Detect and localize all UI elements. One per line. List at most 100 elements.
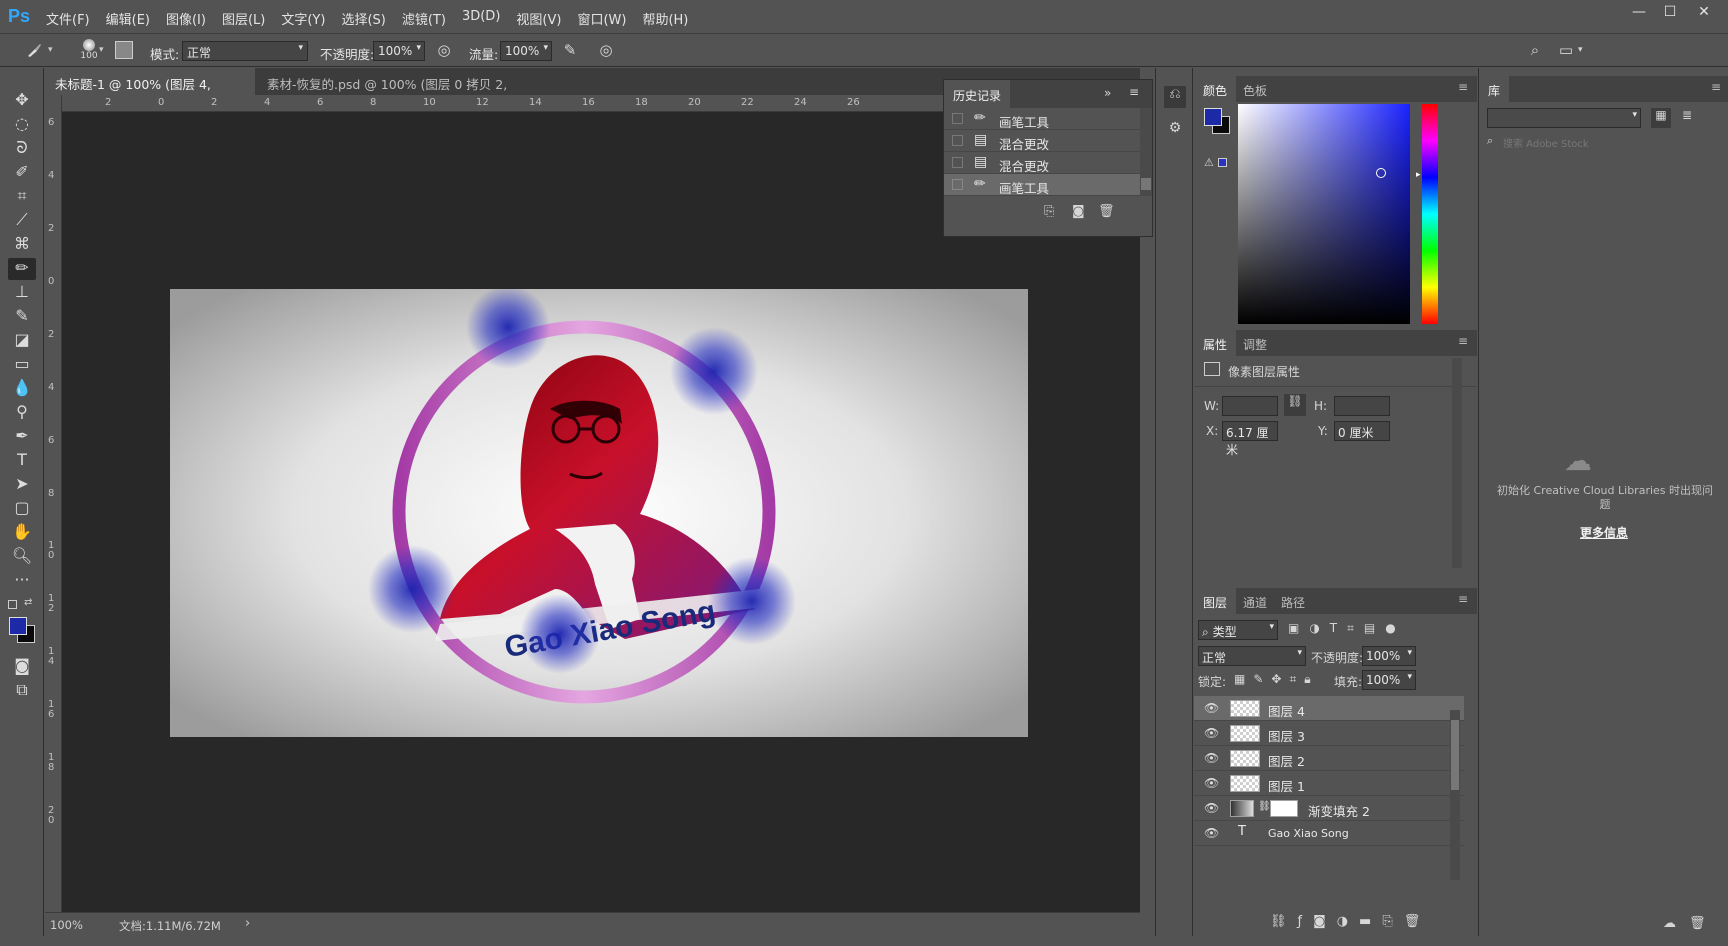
grid-view-icon[interactable]: ▦: [1651, 108, 1671, 128]
chevron-down-icon[interactable]: ▾: [48, 45, 53, 55]
hand-tool-icon[interactable]: ✋: [8, 522, 36, 544]
trash-icon[interactable]: 🗑︎: [1098, 204, 1115, 219]
link-dimensions-icon[interactable]: ⛓: [1284, 394, 1306, 416]
history-panel-icon[interactable]: ⎌: [1164, 86, 1186, 108]
eyedropper-tool-icon[interactable]: ⟋: [8, 210, 36, 232]
path-select-tool-icon[interactable]: ➤: [8, 474, 36, 496]
menu-filter[interactable]: 滤镜(T): [402, 9, 446, 28]
layer-row[interactable]: 👁︎ 图层 4: [1194, 696, 1464, 721]
trash-icon[interactable]: 🗑︎: [1689, 916, 1706, 931]
visibility-eye-icon[interactable]: 👁︎: [1204, 701, 1219, 715]
snapshot-checkbox[interactable]: [952, 179, 963, 190]
panel-menu-icon[interactable]: ≡: [1711, 80, 1721, 94]
tab-color[interactable]: 颜色: [1194, 76, 1237, 102]
menu-window[interactable]: 窗口(W): [577, 9, 626, 28]
brush-preset-icon[interactable]: [22, 41, 46, 63]
panel-menu-icon[interactable]: ≡: [1458, 334, 1468, 348]
type-tool-icon[interactable]: T: [8, 450, 36, 472]
layer-filter-icons[interactable]: ▣◑T⌗▤●: [1288, 621, 1406, 636]
quick-select-tool-icon[interactable]: ✐: [8, 162, 36, 184]
fill-input[interactable]: 100% ▾: [1362, 670, 1416, 690]
status-menu-arrow[interactable]: ›: [245, 916, 250, 931]
history-item-selected[interactable]: ✏ 画笔工具: [944, 174, 1140, 196]
crop-tool-icon[interactable]: ⌗: [8, 186, 36, 208]
history-scrollbar[interactable]: [1140, 108, 1152, 196]
more-tools-icon[interactable]: ···: [8, 570, 36, 592]
airbrush-icon[interactable]: ✎: [560, 41, 580, 59]
new-document-from-state-icon[interactable]: ⎘: [1044, 204, 1054, 219]
chevron-down-icon[interactable]: ▾: [1578, 45, 1583, 55]
pressure-opacity-icon[interactable]: ◎: [434, 41, 454, 59]
library-search-input[interactable]: 搜索 Adobe Stock: [1503, 135, 1683, 150]
tab-properties[interactable]: 属性: [1194, 330, 1237, 356]
visibility-eye-icon[interactable]: 👁︎: [1204, 776, 1219, 790]
clone-stamp-tool-icon[interactable]: ⊥: [8, 282, 36, 304]
snapshot-checkbox[interactable]: [952, 113, 963, 124]
history-item[interactable]: ▤ 混合更改: [944, 152, 1140, 174]
visibility-eye-icon[interactable]: 👁︎: [1204, 801, 1219, 815]
maximize-button[interactable]: ☐: [1656, 4, 1684, 26]
menu-help[interactable]: 帮助(H): [642, 9, 688, 28]
move-tool-icon[interactable]: ✥: [8, 90, 36, 112]
library-select[interactable]: ▾: [1487, 108, 1641, 128]
close-button[interactable]: ✕: [1690, 4, 1718, 26]
default-colors-icon[interactable]: [8, 600, 17, 609]
mode-select[interactable]: 正常 ▾: [182, 41, 308, 61]
menu-edit[interactable]: 编辑(E): [106, 9, 150, 28]
quick-mask-icon[interactable]: ◙: [8, 656, 36, 678]
width-input[interactable]: [1222, 396, 1278, 416]
history-item[interactable]: ▤ 混合更改: [944, 130, 1140, 152]
visibility-eye-icon[interactable]: 👁︎: [1204, 826, 1219, 840]
shape-tool-icon[interactable]: ▢: [8, 498, 36, 520]
tab-swatches[interactable]: 色板: [1234, 76, 1276, 102]
chevron-down-icon[interactable]: ▾: [99, 45, 104, 55]
color-field[interactable]: [1238, 104, 1410, 324]
tab-material[interactable]: 素材-恢复的.psd @ 100% (图层 0 拷贝 2, RGB/8#) ✕: [257, 68, 542, 108]
tab-untitled-1[interactable]: 未标题-1 @ 100% (图层 4, RGB/8#) * ✕: [45, 68, 255, 108]
height-input[interactable]: [1334, 396, 1390, 416]
lasso-tool-icon[interactable]: ᘐ: [8, 138, 36, 160]
brush-panel-icon[interactable]: [115, 41, 133, 59]
healing-brush-tool-icon[interactable]: ⌘: [8, 234, 36, 256]
menu-type[interactable]: 文字(Y): [281, 9, 325, 28]
gradient-tool-icon[interactable]: ▭: [8, 354, 36, 376]
panel-menu-icon[interactable]: ≡: [1129, 85, 1139, 99]
properties-scrollbar[interactable]: [1452, 358, 1462, 568]
opacity-input[interactable]: 100% ▾: [373, 41, 425, 61]
layer-row[interactable]: 👁︎ 图层 1: [1194, 771, 1464, 796]
panel-menu-icon[interactable]: ≡: [1458, 592, 1468, 606]
tab-history[interactable]: 历史记录: [944, 80, 1011, 108]
search-icon[interactable]: ⌕: [1525, 41, 1545, 59]
tab-libraries[interactable]: 库: [1479, 76, 1510, 102]
layers-scrollbar[interactable]: [1450, 710, 1460, 880]
properties-panel-icon[interactable]: ⚙: [1164, 120, 1186, 142]
zoom-tool-icon[interactable]: 🔍︎: [8, 546, 36, 568]
blend-mode-select[interactable]: 正常 ▾: [1198, 646, 1306, 666]
history-item[interactable]: ✏ 画笔工具: [944, 108, 1140, 130]
web-safe-color-icon[interactable]: [1218, 158, 1227, 167]
tab-channels[interactable]: 通道: [1234, 588, 1276, 614]
marquee-tool-icon[interactable]: ◌: [8, 114, 36, 136]
pressure-size-icon[interactable]: ◎: [596, 41, 616, 59]
list-view-icon[interactable]: ≣: [1677, 108, 1697, 128]
visibility-eye-icon[interactable]: 👁︎: [1204, 751, 1219, 765]
camera-snapshot-icon[interactable]: ◙: [1072, 204, 1085, 219]
minimize-button[interactable]: —: [1625, 4, 1653, 26]
dodge-tool-icon[interactable]: ⚲: [8, 402, 36, 424]
menu-file[interactable]: 文件(F): [46, 9, 90, 28]
x-input[interactable]: 6.17 厘米: [1222, 421, 1278, 457]
layer-row[interactable]: 👁︎ T Gao Xiao Song: [1194, 821, 1464, 846]
layers-footer-icons[interactable]: ⛓ƒ◙◑▬⎘🗑︎: [1270, 914, 1431, 929]
lock-icons[interactable]: ▦✎✥⌗🔒︎: [1234, 672, 1319, 687]
history-brush-tool-icon[interactable]: ✎: [8, 306, 36, 328]
hue-slider-handle[interactable]: ▸: [1416, 170, 1421, 180]
menu-image[interactable]: 图像(I): [166, 9, 206, 28]
visibility-eye-icon[interactable]: 👁︎: [1204, 726, 1219, 740]
panel-menu-icon[interactable]: ≡: [1458, 80, 1468, 94]
eraser-tool-icon[interactable]: ◪: [8, 330, 36, 352]
menu-view[interactable]: 视图(V): [516, 9, 561, 28]
swap-colors-icon[interactable]: ⇄: [24, 597, 32, 608]
menu-select[interactable]: 选择(S): [341, 9, 385, 28]
cloud-sync-icon[interactable]: ☁: [1663, 916, 1676, 931]
tab-layers[interactable]: 图层: [1194, 588, 1237, 614]
